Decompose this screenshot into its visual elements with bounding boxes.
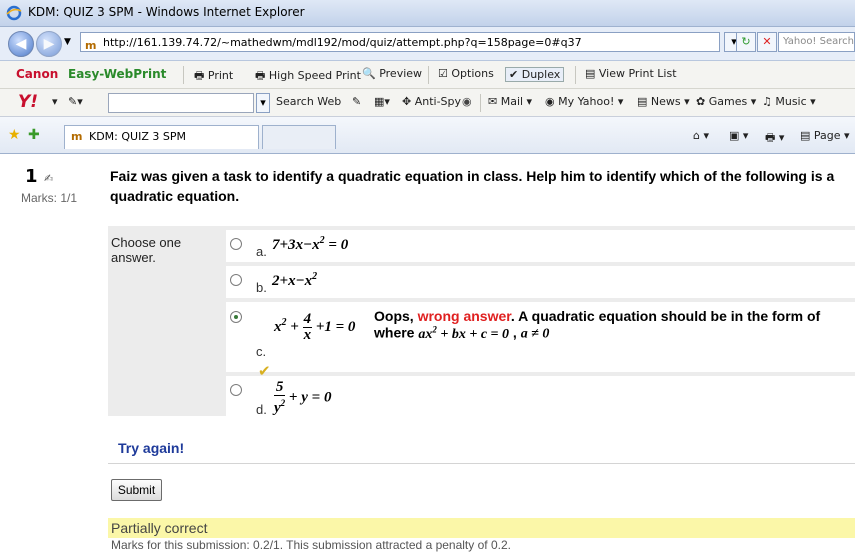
submit-button[interactable]: Submit (111, 479, 162, 501)
anti-spy-button[interactable]: ✥ Anti-Spy (402, 95, 461, 108)
option-a-letter: a. (256, 244, 267, 259)
my-yahoo-label: My Yahoo! (558, 95, 615, 108)
window-title-bar: KDM: QUIZ 3 SPM - Windows Internet Explo… (0, 0, 855, 27)
canon-toolbar: Canon Easy-WebPrint 🖶 Print 🖶 High Speed… (0, 61, 855, 89)
try-again-message: Try again! (118, 440, 185, 456)
question-text: Faiz was given a task to identify a quad… (110, 168, 835, 204)
internet-explorer-icon (6, 5, 22, 21)
option-d-radio[interactable] (230, 384, 242, 396)
search-input[interactable]: Yahoo! Search (778, 32, 855, 52)
bookmark-icon[interactable]: ▦▾ (374, 95, 390, 108)
search-web-button[interactable]: Search Web (276, 95, 341, 108)
option-b[interactable]: b. 2+x−x2 (226, 266, 855, 298)
feedback-wrong: wrong answer (417, 308, 511, 324)
question-marks: Marks: 1/1 (21, 191, 78, 205)
toolbar-separator (183, 66, 184, 84)
options-button[interactable]: ☑ Options (438, 67, 494, 80)
my-yahoo-button[interactable]: ◉ My Yahoo! ▾ (545, 95, 623, 108)
history-dropdown-icon[interactable]: ▼ (64, 37, 71, 47)
yahoo-logo[interactable]: Y! (18, 92, 38, 112)
feedback-rest: . A quadratic equation should be in the … (510, 308, 821, 324)
print-button[interactable]: 🖶 Print (194, 67, 233, 86)
choose-one-label: Choose one answer. (111, 235, 182, 265)
option-b-radio[interactable] (230, 274, 242, 286)
option-d-expression: 5 y2 + y = 0 (274, 379, 332, 416)
answer-feedback: Oops, wrong answer. A quadratic equation… (374, 308, 821, 342)
preview-label: Preview (379, 67, 423, 80)
divider (108, 463, 855, 464)
feedback-prefix: Oops, (374, 308, 418, 324)
page-content: 1 ✍ Marks: 1/1 Faiz was given a task to … (0, 154, 855, 552)
games-label: Games (708, 95, 748, 108)
option-a-expression: 7+3x−x2 = 0 (272, 235, 349, 253)
window-title: KDM: QUIZ 3 SPM - Windows Internet Explo… (28, 5, 305, 19)
y-icon[interactable]: ◉ (462, 95, 472, 108)
site-favicon-icon: m (85, 39, 97, 52)
tab-favicon-icon: m (71, 130, 83, 143)
grading-status: Partially correct (108, 518, 855, 538)
option-b-letter: b. (256, 280, 267, 295)
feeds-icon[interactable]: ▣ ▾ (729, 129, 748, 142)
option-c-expression: x2 + 4x +1 = 0 (274, 311, 356, 343)
highlight-icon[interactable]: ✎ (352, 95, 361, 108)
favorites-star-icon[interactable]: ★ (8, 127, 21, 143)
options-label: Options (451, 67, 494, 80)
submission-marks-text: Marks for this submission: 0.2/1. This s… (111, 538, 511, 552)
news-button[interactable]: ▤ News ▾ (637, 95, 690, 108)
toolbar-separator (575, 66, 576, 84)
mail-label: Mail (500, 95, 524, 108)
navigation-bar: ◀ ▶ ▼ m http://161.139.74.72/~mathedwm/m… (0, 27, 855, 61)
add-favorites-icon[interactable]: ✚ (28, 127, 40, 143)
mail-button[interactable]: ✉ Mail ▾ (488, 95, 532, 108)
question-number: 1 (25, 166, 38, 187)
page-menu-button[interactable]: ▤ Page ▾ (800, 129, 850, 142)
duplex-button[interactable]: ✔ Duplex (505, 67, 565, 82)
address-url: http://161.139.74.72/~mathedwm/mdl192/mo… (103, 36, 582, 49)
option-c-letter: c. (256, 344, 267, 359)
yahoo-search-dropdown-button[interactable]: ▾ (256, 93, 270, 113)
view-print-list-label: View Print List (598, 67, 677, 80)
new-tab-button[interactable] (262, 125, 336, 149)
feedback-formula: ax2 + bx + c = 0 (418, 324, 510, 342)
feedback-condition: a ≠ 0 (520, 326, 550, 342)
music-label: Music (775, 95, 807, 108)
option-b-expression: 2+x−x2 (272, 271, 318, 289)
toolbar-separator (480, 94, 481, 112)
option-d-letter: d. (256, 402, 267, 417)
back-button[interactable]: ◀ (8, 31, 34, 57)
option-a-radio[interactable] (230, 238, 242, 250)
home-icon[interactable]: ⌂ ▾ (693, 129, 709, 142)
anti-spy-label: Anti-Spy (414, 95, 462, 108)
toolbar-separator (428, 66, 429, 84)
news-label: News (650, 95, 681, 108)
games-button[interactable]: ✿ Games ▾ (696, 95, 756, 108)
tab-label: KDM: QUIZ 3 SPM (89, 130, 186, 143)
option-d[interactable]: d. 5 y2 + y = 0 (226, 376, 855, 420)
print-label: Print (207, 69, 234, 82)
canon-brand: Canon (16, 67, 59, 81)
page-menu-label: Page (813, 129, 841, 142)
option-c-radio[interactable] (230, 311, 242, 323)
address-bar[interactable]: m http://161.139.74.72/~mathedwm/mdl192/… (80, 32, 720, 52)
yahoo-toolbar: Y! ▾ ✎▾ ▾ Search Web ✎ ▦▾ ✥ Anti-Spy ◉ ✉… (0, 89, 855, 117)
forward-button[interactable]: ▶ (36, 31, 62, 57)
refresh-button[interactable]: ↻ (736, 32, 756, 52)
print-icon[interactable]: 🖶 ▾ (765, 129, 784, 148)
pencil-icon[interactable]: ✎▾ (68, 95, 83, 108)
tab-bar: ★ ✚ m KDM: QUIZ 3 SPM ⌂ ▾ ▣ ▾ 🖶 ▾ ▤ Page… (0, 117, 855, 154)
tab-kdm-quiz[interactable]: m KDM: QUIZ 3 SPM (64, 125, 259, 149)
high-speed-print-label: High Speed Print (268, 69, 361, 82)
view-print-list-button[interactable]: ▤ View Print List (585, 67, 677, 80)
stop-button[interactable]: ✕ (757, 32, 777, 52)
music-button[interactable]: ♫ Music ▾ (762, 95, 816, 108)
yahoo-search-input[interactable] (108, 93, 254, 113)
option-a[interactable]: a. 7+3x−x2 = 0 (226, 230, 855, 262)
easy-webprint-menu[interactable]: Easy-WebPrint (68, 67, 166, 81)
high-speed-print-button[interactable]: 🖶 High Speed Print (255, 67, 361, 86)
yahoo-menu-dropdown-icon[interactable]: ▾ (52, 95, 58, 108)
preview-button[interactable]: 🔍 Preview (362, 67, 422, 80)
duplex-label: Duplex (521, 68, 561, 81)
feedback-where: where (374, 324, 415, 341)
edit-question-icon[interactable]: ✍ (44, 172, 53, 185)
